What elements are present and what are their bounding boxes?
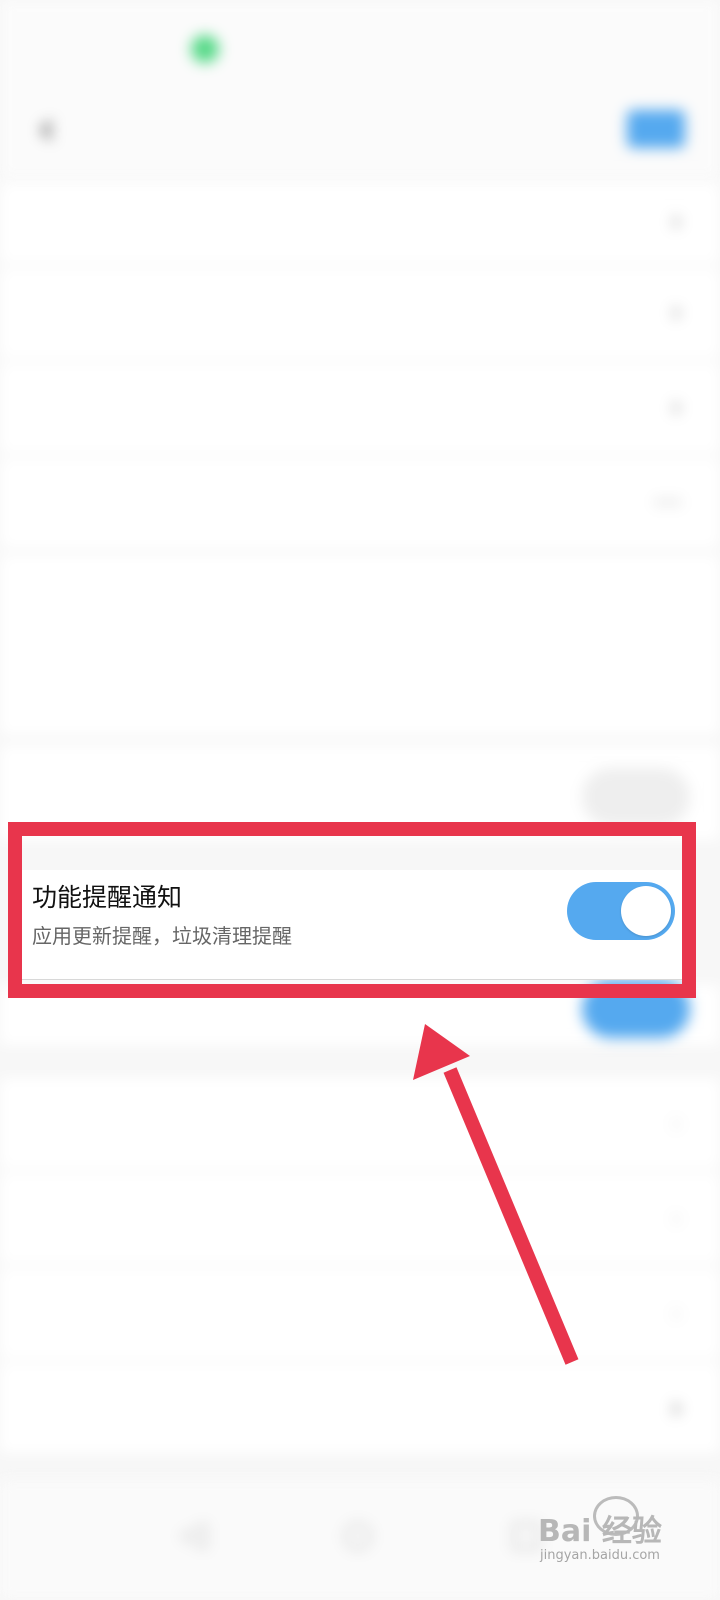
settings-header: ‹	[0, 85, 720, 177]
brightness-section	[0, 555, 720, 1258]
chevron-right-icon: ›	[670, 1201, 682, 1234]
blurred-settings-background: ‹ › › › ⋯ › › › › ◁ ○ □	[0, 0, 720, 1600]
chevron-left-icon[interactable]: ‹	[38, 103, 73, 154]
back-nav-icon[interactable]: ◁	[180, 1514, 206, 1554]
chevron-right-icon: ›	[670, 1391, 682, 1424]
highlight-frame	[8, 822, 696, 998]
baidu-jingyan-watermark: Bai 经验 jingyan.baidu.com	[538, 1496, 678, 1578]
chevron-right-icon: ›	[670, 1296, 682, 1329]
chevron-right-icon: ›	[670, 204, 682, 237]
settings-row[interactable]: ›	[0, 1268, 720, 1358]
chevron-right-icon: ›	[670, 1106, 682, 1139]
home-nav-icon[interactable]: ○	[343, 1514, 373, 1554]
chevron-right-icon: ›	[670, 295, 682, 328]
phone-screen: ‹ › › › ⋯ › › › › ◁ ○ □ 功能提醒通知 应用更新提醒，垃圾…	[0, 0, 720, 1600]
settings-row[interactable]: ›	[0, 1173, 720, 1263]
settings-row[interactable]: ›	[0, 363, 720, 453]
toggle-switch[interactable]	[582, 768, 690, 826]
header-action-button[interactable]	[627, 110, 685, 148]
settings-row[interactable]: ›	[0, 1363, 720, 1453]
settings-row[interactable]: ⋯	[0, 458, 720, 548]
watermark-main-text: Bai 经验	[538, 1514, 662, 1549]
settings-row[interactable]: ›	[0, 1078, 720, 1168]
notification-dot	[191, 35, 219, 63]
settings-row[interactable]: ›	[0, 183, 720, 263]
watermark-domain: jingyan.baidu.com	[540, 1548, 660, 1563]
settings-row[interactable]: ›	[0, 268, 720, 358]
chevron-right-icon: ›	[670, 390, 682, 423]
more-icon: ⋯	[654, 485, 682, 518]
status-bar	[0, 0, 720, 95]
